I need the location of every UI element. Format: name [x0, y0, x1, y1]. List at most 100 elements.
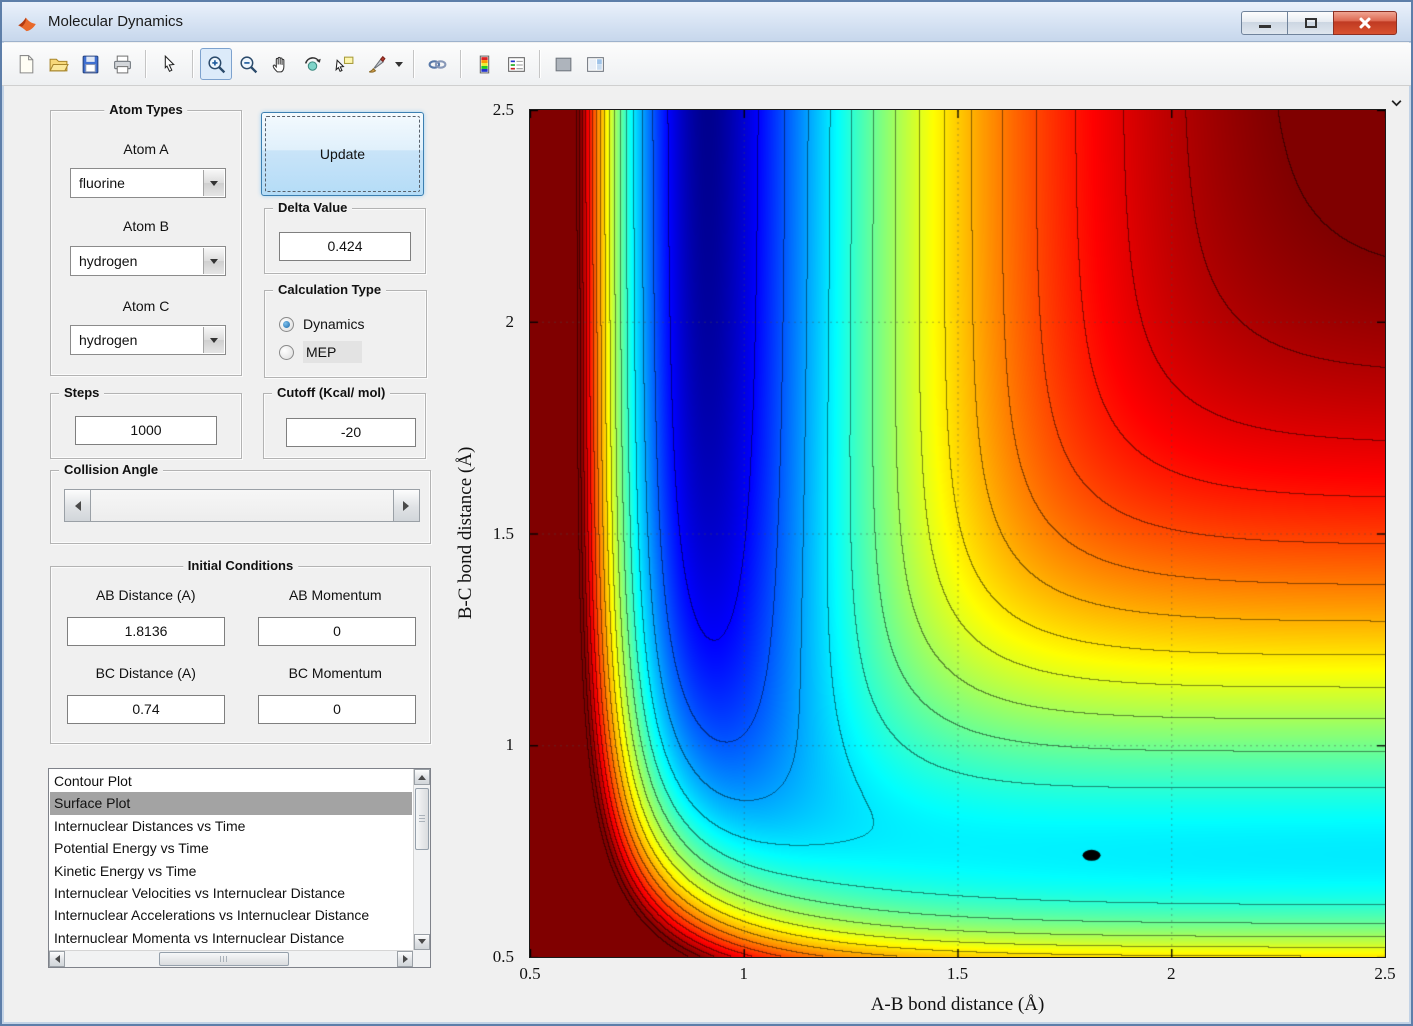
atom-c-dropdown[interactable]: hydrogen — [70, 325, 226, 355]
toolbar-separator — [145, 50, 146, 78]
show-plot-tools-icon[interactable] — [579, 48, 611, 80]
open-file-icon[interactable] — [42, 48, 74, 80]
pan-hand-icon[interactable] — [264, 48, 296, 80]
steps-panel: Steps 1000 — [50, 385, 242, 459]
atom-a-value: fluorine — [79, 175, 125, 191]
radio-option-dynamics[interactable]: Dynamics — [279, 313, 418, 335]
listbox-horizontal-scrollbar[interactable] — [49, 950, 413, 967]
toolbar-separator — [413, 50, 414, 78]
insert-legend-icon[interactable] — [500, 48, 532, 80]
toolbar-separator — [192, 50, 193, 78]
atom-c-label: Atom C — [122, 298, 170, 314]
y-tick-label: 2.5 — [492, 100, 514, 119]
title-bar[interactable]: Molecular Dynamics — [2, 2, 1411, 42]
save-icon[interactable] — [74, 48, 106, 80]
zoom-out-icon[interactable] — [232, 48, 264, 80]
radio-button-icon[interactable] — [279, 344, 294, 360]
collision-angle-slider[interactable] — [64, 489, 420, 522]
window-title: Molecular Dynamics — [48, 13, 184, 30]
listbox-items: Contour Plot Surface Plot Internuclear Dis… — [50, 770, 412, 949]
list-item[interactable]: Surface Plot — [50, 792, 412, 815]
scroll-up-arrow-icon[interactable] — [414, 769, 430, 785]
list-item[interactable]: Potential Energy vs Time — [50, 837, 412, 859]
link-plot-icon[interactable] — [421, 48, 453, 80]
hide-plot-tools-icon[interactable] — [547, 48, 579, 80]
bc-distance-label: BC Distance (A) — [95, 665, 196, 681]
slider-thumb[interactable] — [91, 490, 394, 521]
zoom-in-icon[interactable] — [200, 48, 232, 80]
bc-distance-field[interactable]: 0.74 — [67, 695, 225, 724]
toolbar-separator — [460, 50, 461, 78]
data-cursor-icon[interactable] — [328, 48, 360, 80]
ab-momentum-field[interactable]: 0 — [258, 617, 416, 646]
atom-c-dropdown-arrow-icon[interactable] — [203, 327, 224, 353]
plot-type-listbox[interactable]: Contour Plot Surface Plot Internuclear Dis… — [48, 768, 431, 968]
atom-types-title: Atom Types — [104, 102, 188, 117]
atom-b-dropdown-arrow-icon[interactable] — [203, 248, 224, 274]
list-item[interactable]: Kinetic Energy vs Time — [50, 860, 412, 882]
x-tick-label: 2 — [1167, 964, 1176, 983]
update-button[interactable]: Update — [261, 112, 424, 196]
collision-angle-title: Collision Angle — [59, 462, 164, 477]
listbox-vertical-scrollbar[interactable] — [413, 769, 430, 950]
atom-a-dropdown[interactable]: fluorine — [70, 168, 226, 198]
cutoff-title: Cutoff (Kcal/ mol) — [272, 385, 391, 400]
radio-option-mep[interactable]: MEP — [279, 341, 418, 363]
calculation-type-title: Calculation Type — [273, 282, 387, 297]
cutoff-field[interactable]: -20 — [286, 418, 416, 447]
list-item[interactable]: Internuclear Accelerations vs Internucle… — [50, 904, 412, 926]
atom-b-dropdown[interactable]: hydrogen — [70, 246, 226, 276]
minimize-button[interactable] — [1241, 11, 1288, 35]
y-tick-label: 2 — [505, 311, 515, 331]
ab-distance-field[interactable]: 1.8136 — [67, 617, 225, 646]
y-axis-tick-labels: 0.5 1 1.5 2 2.5 — [472, 100, 522, 966]
brush-icon[interactable] — [360, 48, 392, 80]
insert-colorbar-icon[interactable] — [468, 48, 500, 80]
radio-button-icon[interactable] — [279, 316, 294, 332]
x-tick-label: 1 — [739, 964, 749, 983]
update-button-label: Update — [319, 146, 366, 162]
maximize-button[interactable] — [1287, 11, 1334, 35]
list-item[interactable]: Contour Plot — [50, 770, 412, 792]
edit-plot-pointer-icon[interactable] — [153, 48, 185, 80]
bc-momentum-field[interactable]: 0 — [258, 695, 416, 724]
horizontal-scroll-thumb[interactable] — [159, 952, 289, 966]
x-tick-label: 2.5 — [1374, 964, 1396, 983]
list-item[interactable]: Internuclear Momenta vs Internuclear Dis… — [50, 927, 412, 949]
rotate-3d-icon[interactable] — [296, 48, 328, 80]
delta-value-field[interactable]: 0.424 — [279, 232, 411, 261]
scroll-right-arrow-icon[interactable] — [397, 951, 413, 967]
scrollbar-corner — [413, 950, 430, 967]
x-axis-label: A-B bond distance (Å) — [870, 994, 1045, 1015]
figure-toolbar — [2, 43, 1411, 107]
contour-plot-canvas[interactable] — [529, 109, 1386, 958]
toolbar-overflow-icon[interactable] — [1390, 97, 1403, 113]
y-tick-label: 1 — [505, 735, 515, 755]
list-item[interactable]: Internuclear Distances vs Time — [50, 815, 412, 837]
atom-a-label: Atom A — [123, 141, 169, 157]
matlab-logo-icon — [16, 11, 38, 33]
steps-title: Steps — [59, 385, 105, 400]
steps-field[interactable]: 1000 — [75, 416, 217, 445]
y-tick-label: 0.5 — [492, 947, 514, 966]
radio-option-label: MEP — [303, 341, 363, 363]
new-file-icon[interactable] — [10, 48, 42, 80]
slider-left-arrow-icon[interactable] — [64, 489, 91, 522]
y-tick-label: 1.5 — [492, 523, 514, 543]
ab-momentum-label: AB Momentum — [288, 587, 382, 603]
atom-a-dropdown-arrow-icon[interactable] — [203, 170, 224, 196]
print-icon[interactable] — [106, 48, 138, 80]
vertical-scroll-thumb[interactable] — [415, 788, 429, 850]
x-tick-label: 0.5 — [519, 964, 541, 983]
close-button[interactable] — [1333, 11, 1397, 35]
y-axis-label: B-C bond distance (Å) — [455, 446, 476, 620]
x-tick-label: 1.5 — [946, 964, 969, 983]
brush-dropdown-icon[interactable] — [392, 48, 406, 80]
list-item[interactable]: Internuclear Velocities vs Internuclear … — [50, 882, 412, 904]
app-window: Molecular Dynamics Atom Types Atom A flu… — [0, 0, 1413, 1026]
scroll-left-arrow-icon[interactable] — [49, 951, 65, 967]
initial-conditions-panel: Initial Conditions AB Distance (A) AB Mo… — [50, 558, 431, 744]
slider-right-arrow-icon[interactable] — [393, 489, 420, 522]
scroll-down-arrow-icon[interactable] — [414, 934, 430, 950]
x-axis-tick-labels: 0.5 1 1.5 2 2.5 — [519, 964, 1395, 986]
